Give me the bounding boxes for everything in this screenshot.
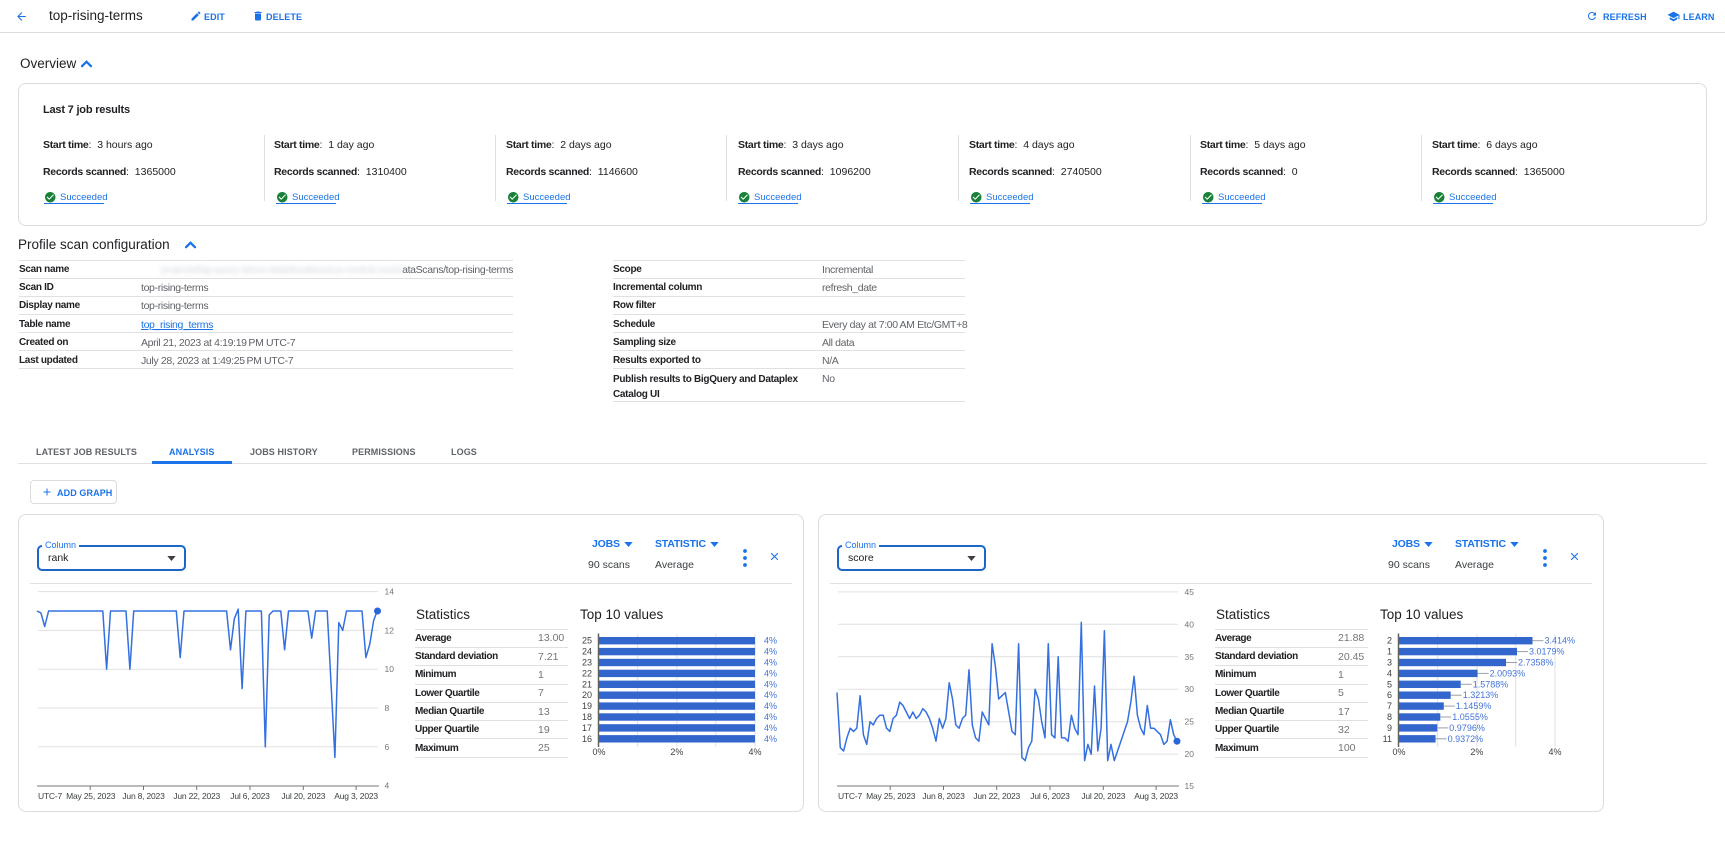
svg-text:8: 8 (1387, 712, 1392, 722)
svg-text:0%: 0% (1392, 747, 1405, 757)
svg-text:3.0179%: 3.0179% (1529, 647, 1565, 657)
svg-text:1: 1 (1387, 647, 1392, 657)
svg-text:25: 25 (582, 636, 592, 646)
svg-text:16: 16 (582, 734, 592, 744)
svg-text:20: 20 (582, 690, 592, 700)
svg-text:9: 9 (1387, 723, 1392, 733)
svg-text:4%: 4% (764, 723, 777, 733)
svg-text:1.3213%: 1.3213% (1463, 690, 1499, 700)
svg-text:2%: 2% (1470, 747, 1483, 757)
svg-text:3: 3 (1387, 658, 1392, 668)
svg-text:1.1459%: 1.1459% (1456, 701, 1492, 711)
svg-text:2.7358%: 2.7358% (1518, 658, 1554, 668)
svg-text:4%: 4% (764, 647, 777, 657)
svg-text:4%: 4% (764, 658, 777, 668)
svg-text:1.5788%: 1.5788% (1473, 679, 1509, 689)
svg-text:19: 19 (582, 701, 592, 711)
svg-text:5: 5 (1387, 679, 1392, 689)
svg-text:1.0555%: 1.0555% (1452, 712, 1488, 722)
svg-text:4%: 4% (764, 734, 777, 744)
svg-text:4%: 4% (764, 668, 777, 678)
svg-text:4%: 4% (764, 679, 777, 689)
svg-text:2.0093%: 2.0093% (1490, 668, 1526, 678)
svg-text:6: 6 (1387, 690, 1392, 700)
svg-text:18: 18 (582, 712, 592, 722)
svg-text:7: 7 (1387, 701, 1392, 711)
svg-text:24: 24 (582, 647, 592, 657)
svg-text:3.414%: 3.414% (1545, 636, 1576, 646)
svg-text:23: 23 (582, 658, 592, 668)
svg-text:4%: 4% (764, 690, 777, 700)
svg-text:2%: 2% (670, 747, 683, 757)
svg-text:4: 4 (1387, 668, 1392, 678)
svg-text:0%: 0% (592, 747, 605, 757)
svg-text:4%: 4% (1548, 747, 1561, 757)
svg-text:4%: 4% (764, 712, 777, 722)
svg-text:0.9372%: 0.9372% (1448, 734, 1484, 744)
svg-text:4%: 4% (764, 636, 777, 646)
svg-text:2: 2 (1387, 636, 1392, 646)
svg-text:22: 22 (582, 668, 592, 678)
svg-text:17: 17 (582, 723, 592, 733)
svg-text:4%: 4% (764, 701, 777, 711)
svg-text:0.9796%: 0.9796% (1449, 723, 1485, 733)
svg-text:11: 11 (1383, 734, 1392, 744)
svg-text:4%: 4% (748, 747, 761, 757)
svg-text:21: 21 (582, 679, 592, 689)
